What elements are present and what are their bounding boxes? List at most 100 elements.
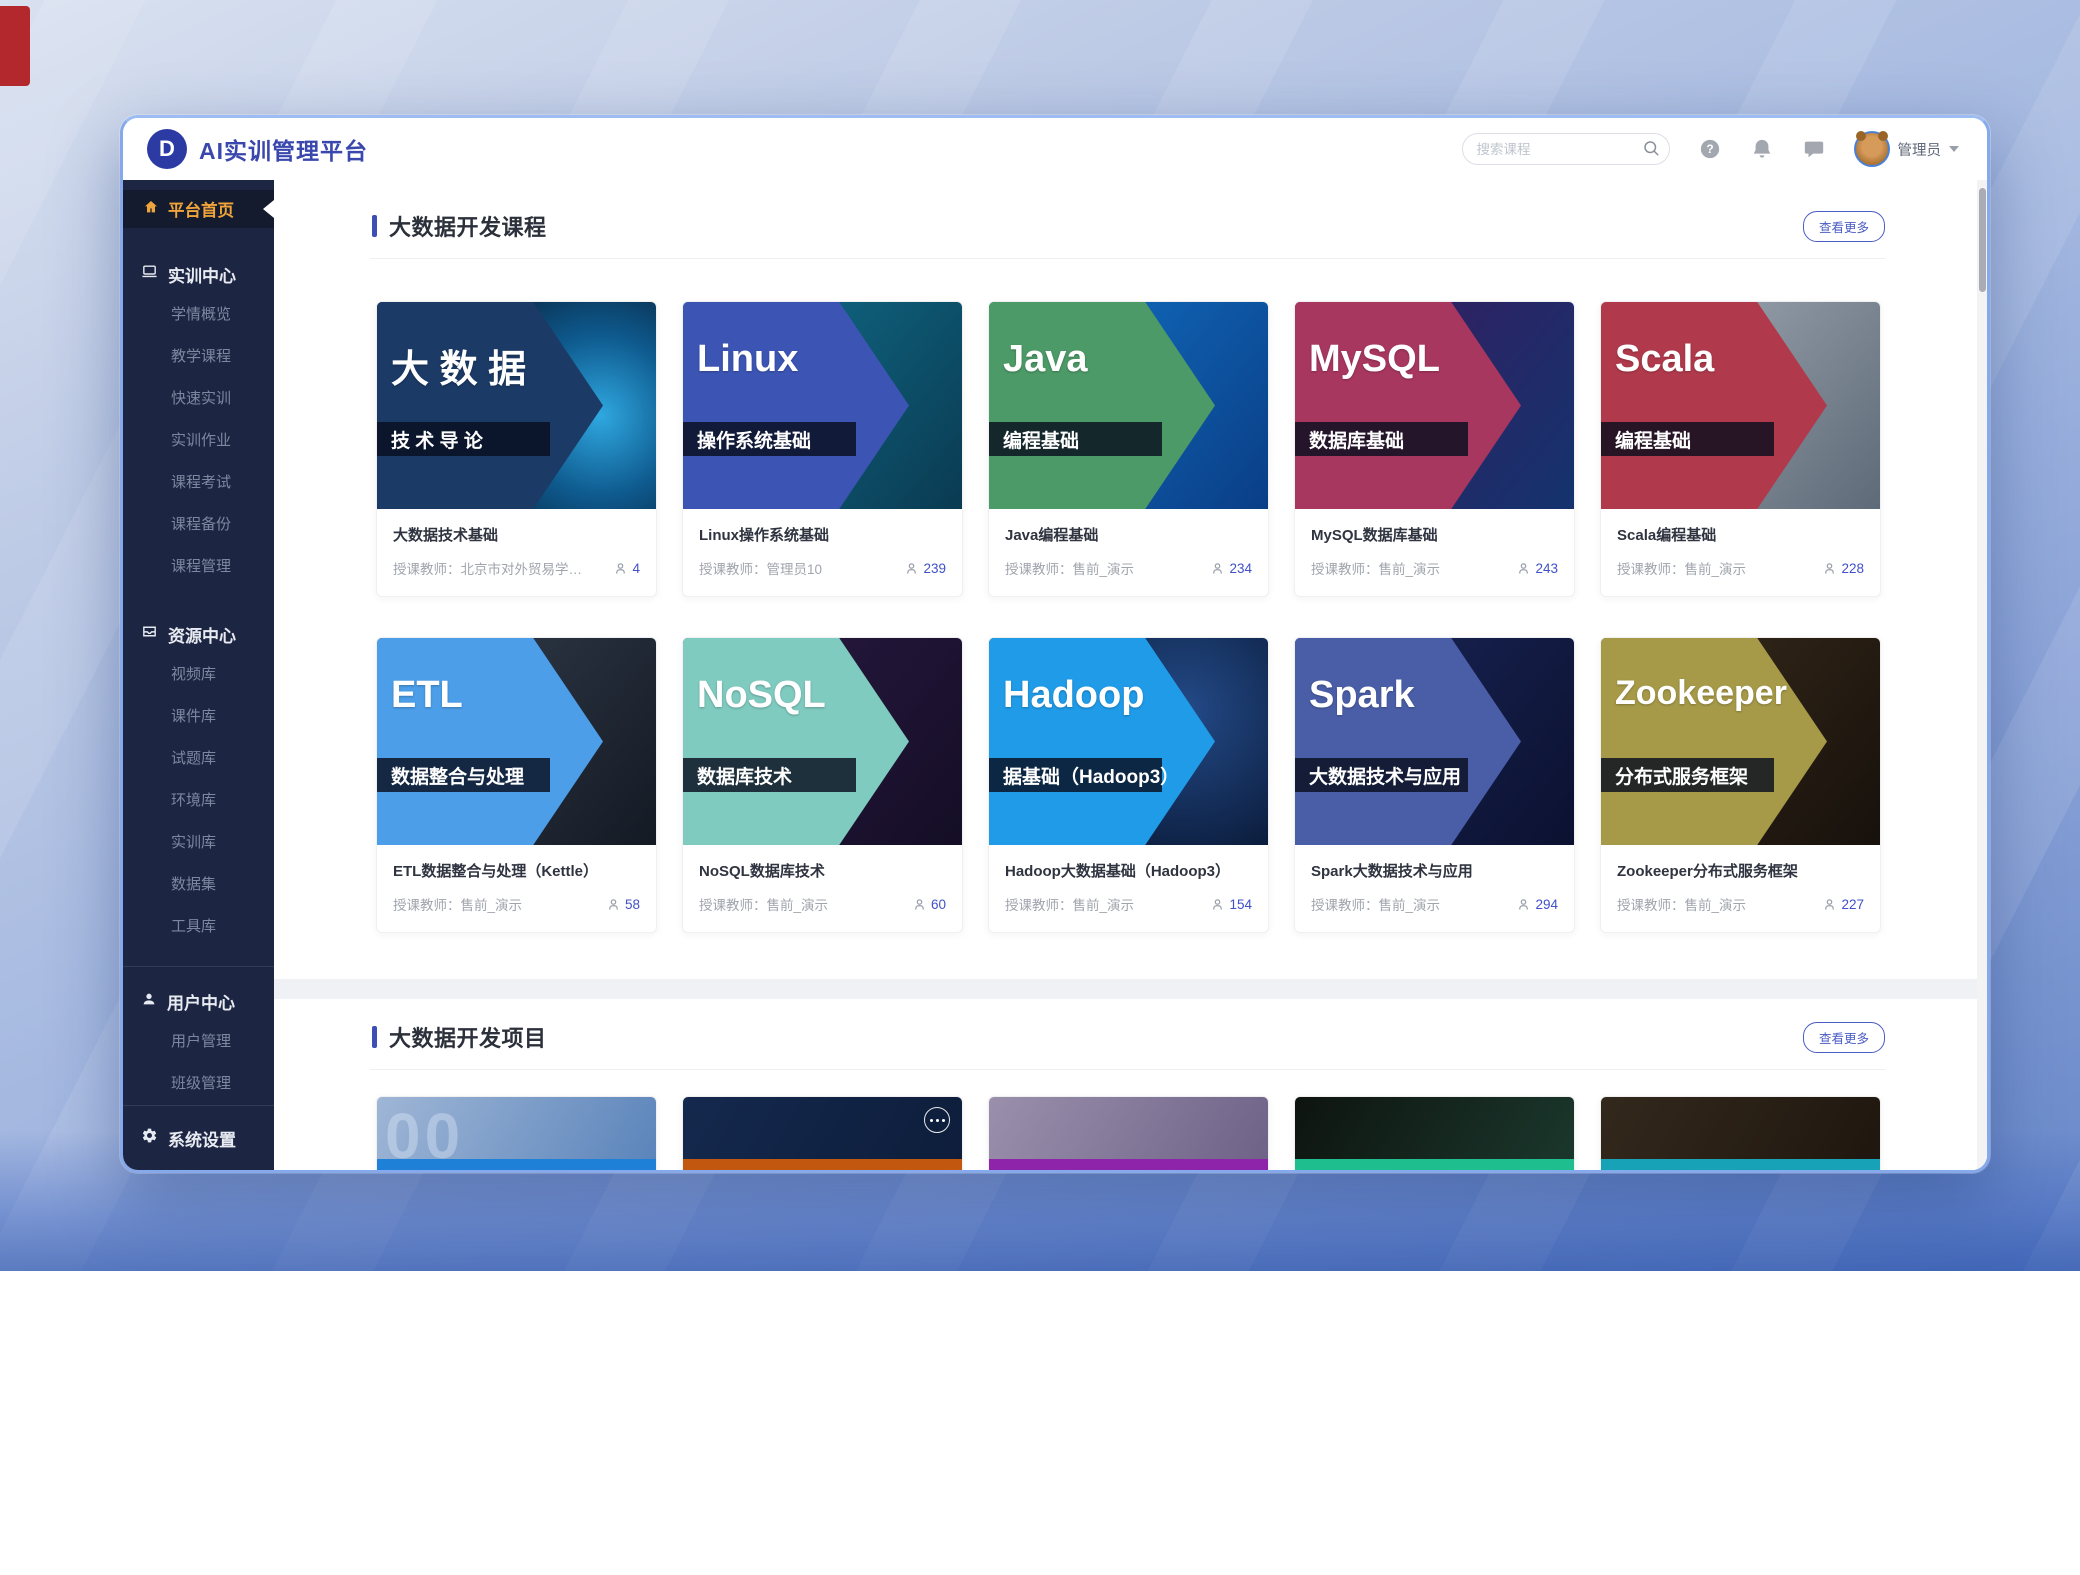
- course-student-count: 239: [904, 561, 946, 576]
- chat-icon[interactable]: [1802, 137, 1826, 161]
- course-student-count: 58: [606, 897, 640, 912]
- project-card[interactable]: 00 大数据开发案例: [376, 1096, 657, 1170]
- scrollbar-track[interactable]: [1977, 180, 1987, 1170]
- course-teacher: 授课教师：售前_演示: [1005, 558, 1134, 578]
- cover-arrow-shape: [1295, 302, 1574, 509]
- course-cover-image: Spark 大数据技术与应用: [1295, 638, 1574, 845]
- scrollbar-thumb[interactable]: [1979, 188, 1986, 292]
- cover-arrow-shape: [1601, 638, 1880, 845]
- course-card[interactable]: 大 数 据 技 术 导 论 大数据技术基础 授课教师：北京市对外贸易学校教...…: [376, 301, 657, 597]
- person-icon: [1516, 561, 1531, 576]
- app-title: AI实训管理平台: [199, 132, 368, 166]
- course-cover-image: ETL 数据整合与处理: [377, 638, 656, 845]
- sidebar-subitem[interactable]: 课件库: [123, 696, 274, 738]
- course-student-count: 228: [1822, 561, 1864, 576]
- sidebar-subitem[interactable]: 课程备份: [123, 504, 274, 546]
- person-icon: [1210, 561, 1225, 576]
- cover-subtitle-band: 数据整合与处理: [377, 758, 550, 792]
- person-icon: [1210, 897, 1225, 912]
- sidebar-subitem[interactable]: 环境库: [123, 780, 274, 822]
- course-card[interactable]: Spark 大数据技术与应用 Spark大数据技术与应用 授课教师：售前_演示 …: [1294, 637, 1575, 933]
- course-title: Hadoop大数据基础（Hadoop3）: [1005, 860, 1252, 881]
- sidebar-subitem[interactable]: 快速实训: [123, 378, 274, 420]
- cover-subtitle-band: 技 术 导 论: [377, 422, 550, 456]
- cover-subtitle-band: 数据库基础: [1295, 422, 1468, 456]
- project-cover-image: 大数据开发案例: [1601, 1097, 1880, 1170]
- sidebar-subitem[interactable]: 视频库: [123, 654, 274, 696]
- view-more-courses-button[interactable]: 查看更多: [1803, 211, 1885, 242]
- search-input[interactable]: [1462, 133, 1670, 165]
- cover-subtitle-band: 大数据技术与应用: [1295, 758, 1468, 792]
- section-divider: [370, 258, 1885, 259]
- course-card[interactable]: Zookeeper 分布式服务框架 Zookeeper分布式服务框架 授课教师：…: [1600, 637, 1881, 933]
- cover-arrow-shape: [377, 302, 656, 509]
- course-card[interactable]: Hadoop 据基础（Hadoop3） Hadoop大数据基础（Hadoop3）…: [988, 637, 1269, 933]
- course-card[interactable]: ETL 数据整合与处理 ETL数据整合与处理（Kettle） 授课教师：售前_演…: [376, 637, 657, 933]
- cover-arrow-shape: [683, 638, 962, 845]
- sidebar-group-label[interactable]: 用户中心: [123, 981, 274, 1021]
- project-card[interactable]: 大数据开发案例: [1600, 1096, 1881, 1170]
- cover-subtitle-band: 操作系统基础: [683, 422, 856, 456]
- cover-arrow-shape: [989, 638, 1268, 845]
- course-teacher: 授课教师：售前_演示: [1617, 894, 1746, 914]
- course-student-count: 234: [1210, 561, 1252, 576]
- sidebar-subitem[interactable]: 课程管理: [123, 546, 274, 588]
- sidebar-group-label[interactable]: 资源中心: [123, 614, 274, 654]
- bell-icon[interactable]: [1750, 137, 1774, 161]
- cover-subtitle-band: 编程基础: [1601, 422, 1774, 456]
- sidebar-subitem[interactable]: 工具库: [123, 906, 274, 948]
- sidebar-subitem[interactable]: 学情概览: [123, 294, 274, 336]
- sidebar-group: 资源中心 视频库课件库试题库环境库实训库数据集工具库: [123, 614, 274, 948]
- course-card[interactable]: Linux 操作系统基础 Linux操作系统基础 授课教师：管理员10 239: [682, 301, 963, 597]
- app-logo-icon: D: [147, 129, 187, 169]
- project-card[interactable]: 大数据开发案例: [682, 1096, 963, 1170]
- course-student-count: 4: [613, 561, 640, 576]
- project-cover-image: 大数据开发案例: [1295, 1097, 1574, 1170]
- section-title-projects: 大数据开发项目: [372, 1021, 547, 1053]
- cover-arrow-shape: [1295, 638, 1574, 845]
- project-cover-image: 大数据开发案例: [683, 1097, 962, 1170]
- sidebar-subitem[interactable]: 实训库: [123, 822, 274, 864]
- course-cover-image: NoSQL 数据库技术: [683, 638, 962, 845]
- course-card[interactable]: MySQL 数据库基础 MySQL数据库基础 授课教师：售前_演示 243: [1294, 301, 1575, 597]
- course-student-count: 294: [1516, 897, 1558, 912]
- course-card[interactable]: NoSQL 数据库技术 NoSQL数据库技术 授课教师：售前_演示 60: [682, 637, 963, 933]
- person-icon: [1822, 897, 1837, 912]
- sidebar-subitem[interactable]: 教学课程: [123, 336, 274, 378]
- user-icon: [141, 991, 157, 1012]
- avatar: [1854, 131, 1890, 167]
- sidebar-subitem[interactable]: 试题库: [123, 738, 274, 780]
- course-teacher: 授课教师：管理员10: [699, 558, 822, 578]
- archive-icon: [141, 623, 158, 645]
- course-teacher: 授课教师：售前_演示: [699, 894, 828, 914]
- app-header: D AI实训管理平台 ?: [123, 118, 1987, 180]
- sidebar-subitem[interactable]: 班级管理: [123, 1063, 274, 1105]
- cover-headline: NoSQL: [697, 674, 826, 717]
- sidebar-group: 系统设置: [123, 1105, 274, 1158]
- home-icon: [143, 199, 159, 220]
- cover-headline: MySQL: [1309, 338, 1440, 381]
- user-menu[interactable]: 管理员: [1854, 131, 1960, 167]
- help-icon[interactable]: ?: [1698, 137, 1722, 161]
- sidebar-subitem[interactable]: 课程考试: [123, 462, 274, 504]
- sidebar-group-label[interactable]: 实训中心: [123, 254, 274, 294]
- sidebar-group-label[interactable]: 系统设置: [123, 1118, 274, 1158]
- course-card[interactable]: Scala 编程基础 Scala编程基础 授课教师：售前_演示 228: [1600, 301, 1881, 597]
- project-card[interactable]: 大数据开发案例: [988, 1096, 1269, 1170]
- sidebar-subitem[interactable]: 数据集: [123, 864, 274, 906]
- course-student-count: 154: [1210, 897, 1252, 912]
- course-card[interactable]: Java 编程基础 Java编程基础 授课教师：售前_演示 234: [988, 301, 1269, 597]
- sidebar-item-home[interactable]: 平台首页: [123, 190, 274, 228]
- project-card[interactable]: 大数据开发案例: [1294, 1096, 1575, 1170]
- project-cover-image: 00 大数据开发案例: [377, 1097, 656, 1170]
- sidebar-subitem[interactable]: 实训作业: [123, 420, 274, 462]
- search-icon[interactable]: [1642, 139, 1660, 162]
- cover-headline: Spark: [1309, 674, 1415, 717]
- project-banner: 大数据开发案例: [1601, 1159, 1880, 1170]
- course-cover-image: MySQL 数据库基础: [1295, 302, 1574, 509]
- course-title: Spark大数据技术与应用: [1311, 860, 1558, 881]
- course-title: ETL数据整合与处理（Kettle）: [393, 860, 640, 881]
- sidebar-subitem[interactable]: 用户管理: [123, 1021, 274, 1063]
- section-title-courses: 大数据开发课程: [372, 210, 547, 242]
- view-more-projects-button[interactable]: 查看更多: [1803, 1022, 1885, 1053]
